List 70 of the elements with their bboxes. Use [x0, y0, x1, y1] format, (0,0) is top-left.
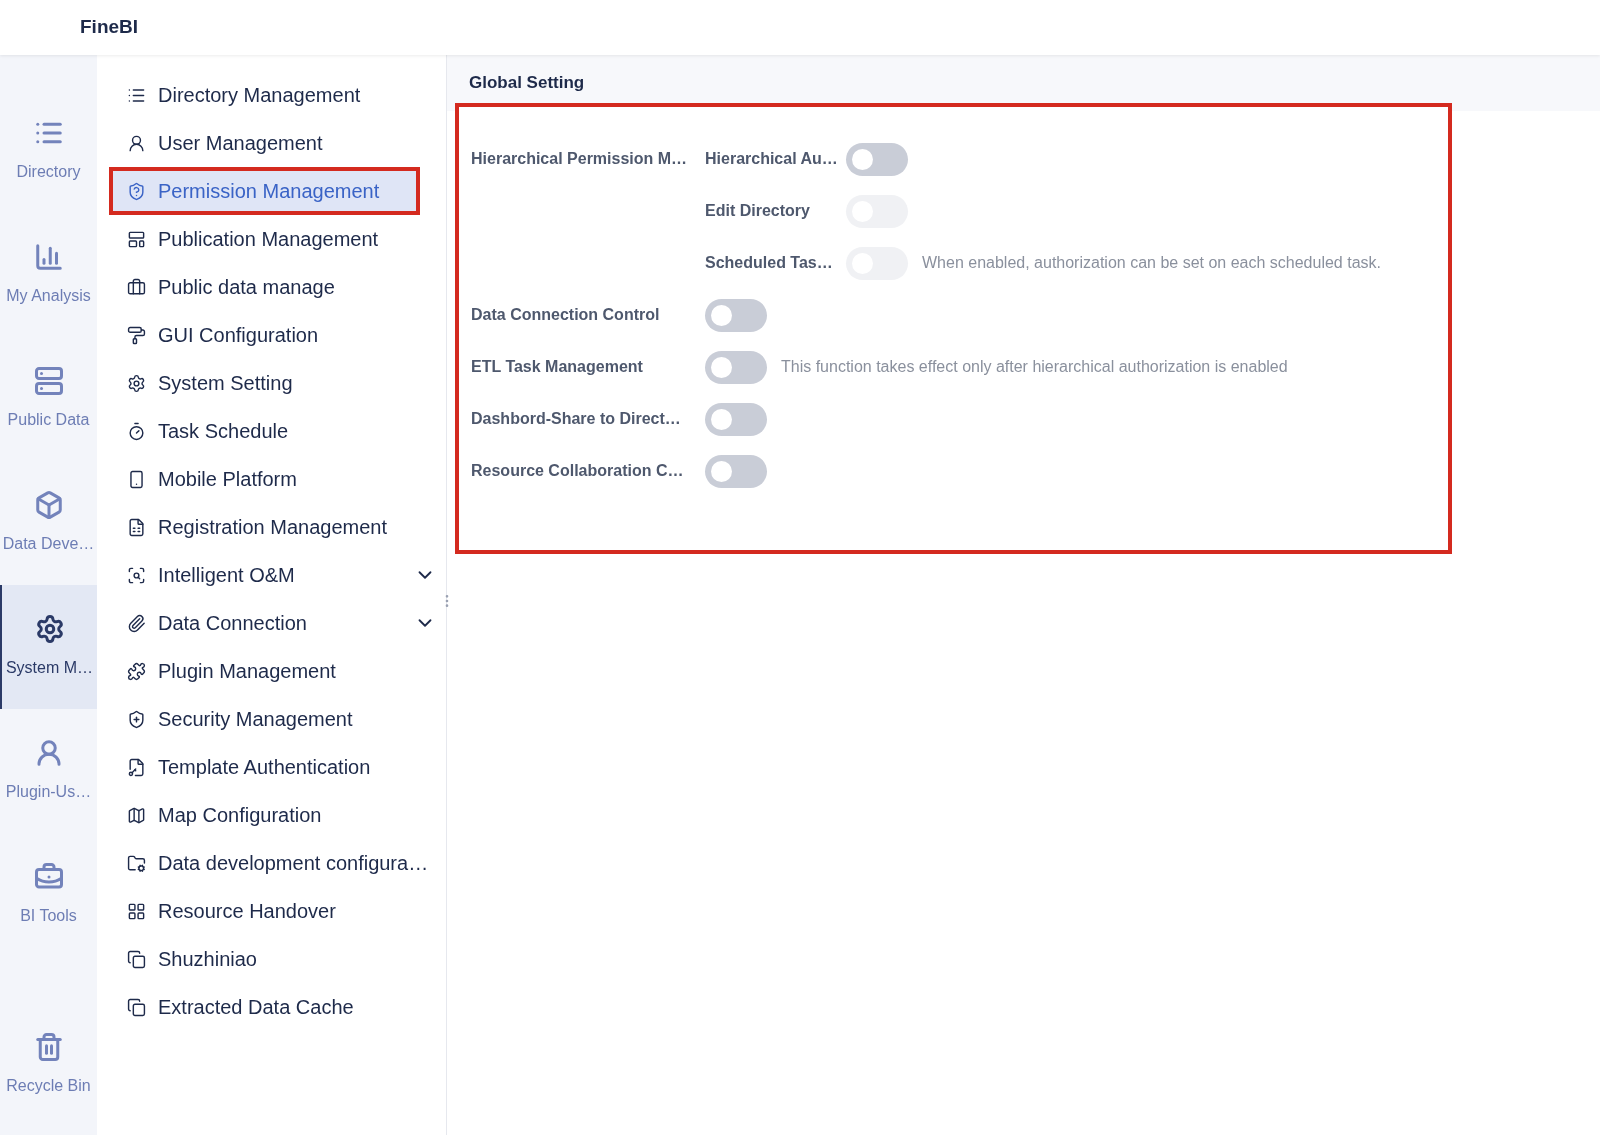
- menu-item[interactable]: System Setting: [109, 359, 446, 407]
- menu-item[interactable]: Template Authentication: [109, 743, 446, 791]
- search-icon: [127, 565, 146, 585]
- rail-item[interactable]: BI Tools: [0, 833, 97, 957]
- trash-icon: [33, 1032, 64, 1062]
- section-title: Global Setting: [469, 72, 585, 95]
- menu-item[interactable]: Directory Management: [109, 71, 446, 119]
- setting-label: Hierarchical Au…: [705, 150, 838, 167]
- setting-label: Data Connection Control: [471, 306, 660, 323]
- menu-item[interactable]: Data development configura…: [109, 839, 446, 887]
- settings-icon: [127, 373, 146, 393]
- menu-item[interactable]: Intelligent O&M: [109, 551, 446, 599]
- setting-note: This function takes effect only after hierarchical authorization is enabled: [781, 357, 1288, 377]
- rail-item[interactable]: System M…: [0, 585, 97, 709]
- toolbox-icon: [33, 862, 64, 892]
- shield-icon: [127, 181, 146, 201]
- menu-item[interactable]: User Management: [109, 119, 446, 167]
- shield-plus-icon: [127, 709, 146, 729]
- rail-item[interactable]: Plugin-Us…: [0, 709, 97, 833]
- setting-label: Scheduled Tas…: [705, 254, 833, 271]
- menu-item[interactable]: Shuzhiniao: [109, 935, 446, 983]
- menu-item[interactable]: GUI Configuration: [109, 311, 446, 359]
- copy-icon: [127, 949, 146, 969]
- toggle-switch[interactable]: [705, 402, 767, 436]
- paint-roller-icon: [127, 325, 146, 345]
- menu-item[interactable]: Registration Management: [109, 503, 446, 551]
- rail-item[interactable]: Public Data: [0, 337, 97, 461]
- rail-item[interactable]: Recycle Bin: [0, 1003, 97, 1127]
- server-icon: [33, 366, 64, 396]
- menu-item[interactable]: Map Configuration: [109, 791, 446, 839]
- menu-item[interactable]: Plugin Management: [109, 647, 446, 695]
- user-icon: [127, 133, 146, 153]
- timer-icon: [127, 421, 146, 441]
- rail-item[interactable]: My Analysis: [0, 213, 97, 337]
- settings-icon: [34, 614, 65, 644]
- setting-note: When enabled, authorization can be set on each scheduled task.: [922, 253, 1381, 273]
- setting-label: Edit Directory: [705, 202, 810, 219]
- toggle-switch[interactable]: [705, 298, 767, 332]
- setting-label: ETL Task Management: [471, 358, 643, 375]
- menu-item[interactable]: Publication Management: [109, 215, 446, 263]
- menu-item[interactable]: Resource Handover: [109, 887, 446, 935]
- menu-item[interactable]: Permission Management: [109, 167, 420, 215]
- puzzle-icon: [127, 661, 146, 681]
- setting-label: Dashbord-Share to Direct…: [471, 410, 681, 427]
- briefcase-icon: [127, 277, 146, 297]
- menu-item[interactable]: Task Schedule: [109, 407, 446, 455]
- toggle-switch[interactable]: [705, 350, 767, 384]
- setting-label: Resource Collaboration C…: [471, 462, 684, 479]
- copy-icon: [127, 997, 146, 1017]
- menu-item[interactable]: Data Connection: [109, 599, 446, 647]
- setting-label: Hierarchical Permission M…: [471, 150, 688, 167]
- menu-item[interactable]: Extracted Data Cache: [109, 983, 446, 1031]
- rail-item[interactable]: Directory: [0, 89, 97, 213]
- form-icon: [127, 517, 146, 537]
- layout-icon: [127, 229, 146, 249]
- paperclip-icon: [127, 613, 146, 633]
- cube-icon: [33, 490, 64, 520]
- app-logo[interactable]: FineBI: [80, 13, 139, 42]
- folder-gear-icon: [127, 853, 146, 873]
- menu-item[interactable]: Public data manage: [109, 263, 446, 311]
- bar-chart-icon: [33, 242, 64, 272]
- menu-item[interactable]: Security Management: [109, 695, 446, 743]
- map-icon: [127, 805, 146, 825]
- phone-icon: [127, 469, 146, 489]
- toggle-switch[interactable]: [846, 142, 908, 176]
- file-key-icon: [127, 757, 146, 777]
- toggle-switch[interactable]: [705, 454, 767, 488]
- rail-item[interactable]: Data Deve…: [0, 461, 97, 585]
- grid-icon: [127, 901, 146, 921]
- menu-item[interactable]: Mobile Platform: [109, 455, 446, 503]
